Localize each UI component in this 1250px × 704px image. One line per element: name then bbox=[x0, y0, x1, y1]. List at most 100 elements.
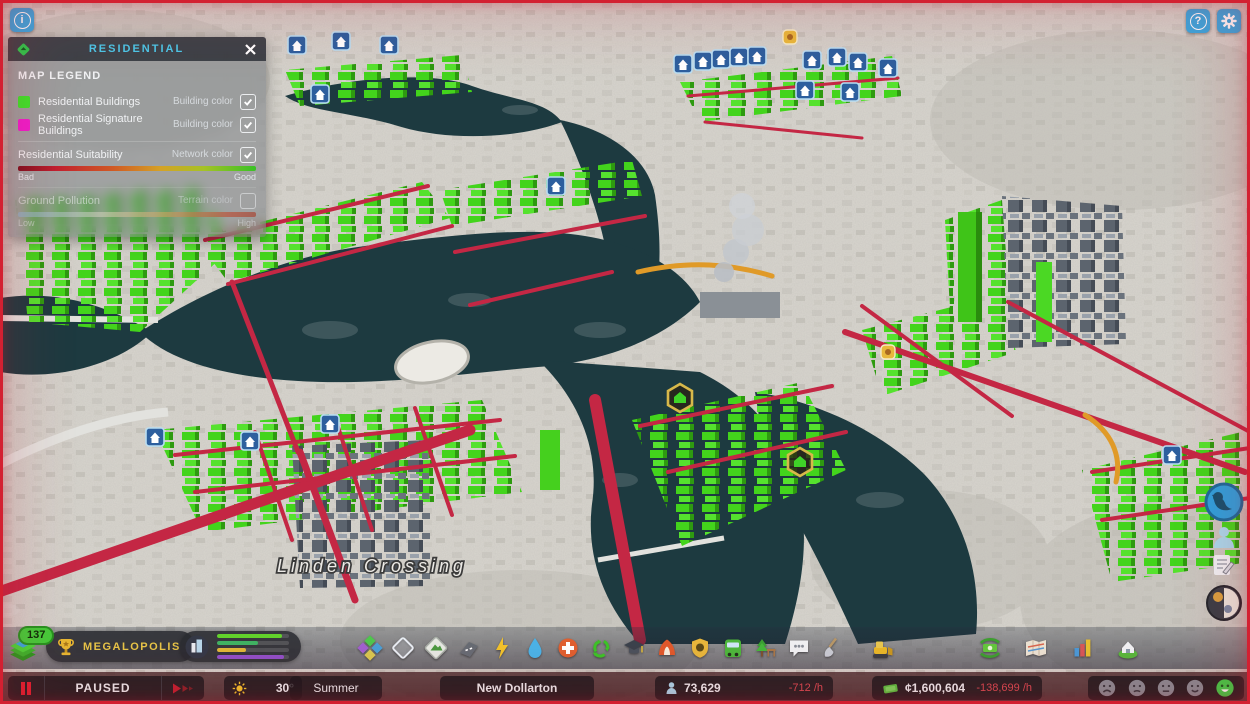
residential-zone-icon bbox=[17, 43, 30, 55]
pause-button[interactable] bbox=[8, 676, 44, 700]
suitability-gradient bbox=[18, 166, 256, 171]
sim-state-label: PAUSED bbox=[44, 676, 162, 700]
legend-mode-label: Building color bbox=[172, 96, 233, 107]
treasury-trend: -138,699 /h bbox=[976, 682, 1032, 694]
level-badge: 137 bbox=[18, 626, 55, 646]
statistics-panel-icon[interactable] bbox=[1069, 635, 1095, 661]
population-value: 73,629 bbox=[684, 681, 721, 695]
info-icon: i bbox=[13, 11, 31, 29]
treasury-display[interactable]: ¢1,600,604 -138,699 /h bbox=[872, 676, 1042, 700]
legend-row: Residential Buildings Building color bbox=[18, 90, 256, 113]
healthcare-tool-icon[interactable] bbox=[555, 635, 581, 661]
residential-demand-bar bbox=[217, 634, 282, 638]
fire-rescue-tool-icon[interactable] bbox=[654, 635, 680, 661]
scale-max-label: High bbox=[237, 218, 256, 228]
bulldozer-tool-icon[interactable] bbox=[870, 635, 896, 661]
help-icon: ? bbox=[1189, 12, 1207, 30]
legend-label: Residential Suitability bbox=[18, 148, 123, 161]
zoning-tool-icon[interactable] bbox=[357, 635, 383, 661]
progression-panel-icon[interactable] bbox=[1115, 635, 1141, 661]
terrain-tool-icon[interactable] bbox=[423, 635, 449, 661]
electricity-tool-icon[interactable] bbox=[489, 635, 515, 661]
pause-icon bbox=[21, 681, 31, 695]
areas-tool-icon[interactable] bbox=[390, 635, 416, 661]
legend-mode-label: Building color bbox=[172, 119, 233, 130]
transportation-tool-icon[interactable] bbox=[720, 635, 746, 661]
map-journal-icon[interactable] bbox=[1023, 635, 1049, 661]
legend-checkbox[interactable] bbox=[240, 93, 256, 110]
legend-section-title: MAP LEGEND bbox=[18, 70, 102, 82]
green-swatch bbox=[18, 95, 30, 108]
demand-bars bbox=[217, 634, 289, 659]
speed-arrows-icon bbox=[173, 683, 193, 693]
legend-row-pollution: Ground Pollution Terrain color Low High bbox=[18, 187, 256, 228]
season-display[interactable]: Summer bbox=[290, 676, 382, 700]
info-view-button[interactable]: i bbox=[10, 8, 34, 32]
legend-label: Ground Pollution bbox=[18, 194, 100, 207]
radio-button[interactable] bbox=[1206, 585, 1242, 621]
scale-min-label: Low bbox=[18, 218, 35, 228]
notes-button[interactable] bbox=[1214, 555, 1235, 575]
happiness-face-very-sad-icon bbox=[1099, 679, 1116, 697]
status-bar: PAUSED 30° Summer New Dollarton 73,629 -… bbox=[0, 672, 1250, 704]
happiness-face-neutral-icon bbox=[1157, 679, 1175, 697]
communications-tool-icon[interactable] bbox=[786, 635, 812, 661]
scale-min-label: Bad bbox=[18, 172, 35, 182]
garbage-tool-icon[interactable] bbox=[588, 635, 614, 661]
legend-row-suitability: Residential Suitability Network color Ba… bbox=[18, 141, 256, 182]
happiness-face-sad-icon bbox=[1128, 679, 1145, 697]
sun-icon bbox=[232, 681, 247, 695]
population-trend: -712 /h bbox=[788, 682, 823, 694]
legend-checkbox[interactable] bbox=[240, 146, 256, 163]
close-icon[interactable] bbox=[242, 41, 258, 57]
commercial-demand-bar bbox=[217, 641, 259, 645]
happiness-face-happy-icon bbox=[1216, 679, 1234, 697]
roads-tool-icon[interactable] bbox=[456, 635, 482, 661]
zoning-demand-pill[interactable] bbox=[180, 631, 301, 662]
happiness-face-content-icon bbox=[1187, 679, 1204, 697]
city-name-display[interactable]: New Dollarton bbox=[440, 676, 594, 700]
legend-mode-label: Network color bbox=[171, 149, 233, 160]
happiness-display[interactable] bbox=[1088, 676, 1244, 700]
office-demand-bar bbox=[217, 655, 284, 659]
parks-recreation-tool-icon[interactable] bbox=[753, 635, 779, 661]
game-window: Linden Crossing i ? RESIDENTIAL MAP LEGE… bbox=[0, 0, 1250, 704]
water-sewage-tool-icon[interactable] bbox=[522, 635, 548, 661]
settings-button[interactable] bbox=[1217, 9, 1241, 33]
help-button[interactable]: ? bbox=[1186, 9, 1210, 33]
economy-panel-icon[interactable] bbox=[977, 635, 1003, 661]
gear-icon bbox=[1221, 13, 1237, 29]
magenta-swatch bbox=[18, 118, 30, 131]
population-icon bbox=[666, 682, 677, 694]
chirper-button[interactable] bbox=[1204, 482, 1244, 522]
season-label: Summer bbox=[313, 681, 359, 695]
legend-row: Residential Signature Buildings Building… bbox=[18, 112, 256, 137]
landscaping-tool-icon[interactable] bbox=[819, 635, 845, 661]
legend-label: Residential Buildings bbox=[38, 95, 141, 108]
legend-label: Residential Signature Buildings bbox=[38, 112, 143, 137]
milestone-name: MEGALOPOLIS bbox=[83, 640, 181, 653]
scale-max-label: Good bbox=[233, 172, 256, 182]
pollution-gradient bbox=[18, 212, 256, 217]
xp-level-indicator[interactable]: 137 bbox=[6, 626, 55, 668]
milestone-pill[interactable]: MEGALOPOLIS bbox=[46, 631, 195, 662]
police-tool-icon[interactable] bbox=[687, 635, 713, 661]
population-display[interactable]: 73,629 -712 /h bbox=[655, 676, 833, 700]
citizens-button[interactable] bbox=[1211, 524, 1237, 550]
education-tool-icon[interactable] bbox=[621, 635, 647, 661]
residential-infoview-panel: RESIDENTIAL MAP LEGEND Residential Build… bbox=[8, 37, 266, 237]
industrial-demand-bar bbox=[217, 648, 246, 652]
demand-building-icon bbox=[185, 635, 209, 658]
sim-speed-button[interactable] bbox=[162, 676, 204, 700]
place-label: Linden Crossing bbox=[277, 556, 467, 576]
panel-header: RESIDENTIAL bbox=[8, 37, 266, 61]
city-name-label: New Dollarton bbox=[476, 681, 558, 695]
panel-title: RESIDENTIAL bbox=[88, 43, 185, 55]
trophy-icon bbox=[58, 638, 74, 655]
money-icon bbox=[883, 683, 898, 693]
legend-checkbox[interactable] bbox=[240, 192, 256, 209]
legend-checkbox[interactable] bbox=[240, 116, 256, 133]
legend-mode-label: Terrain color bbox=[177, 195, 233, 206]
simulation-controls: PAUSED bbox=[8, 676, 204, 700]
treasury-value: ¢1,600,604 bbox=[905, 681, 966, 695]
